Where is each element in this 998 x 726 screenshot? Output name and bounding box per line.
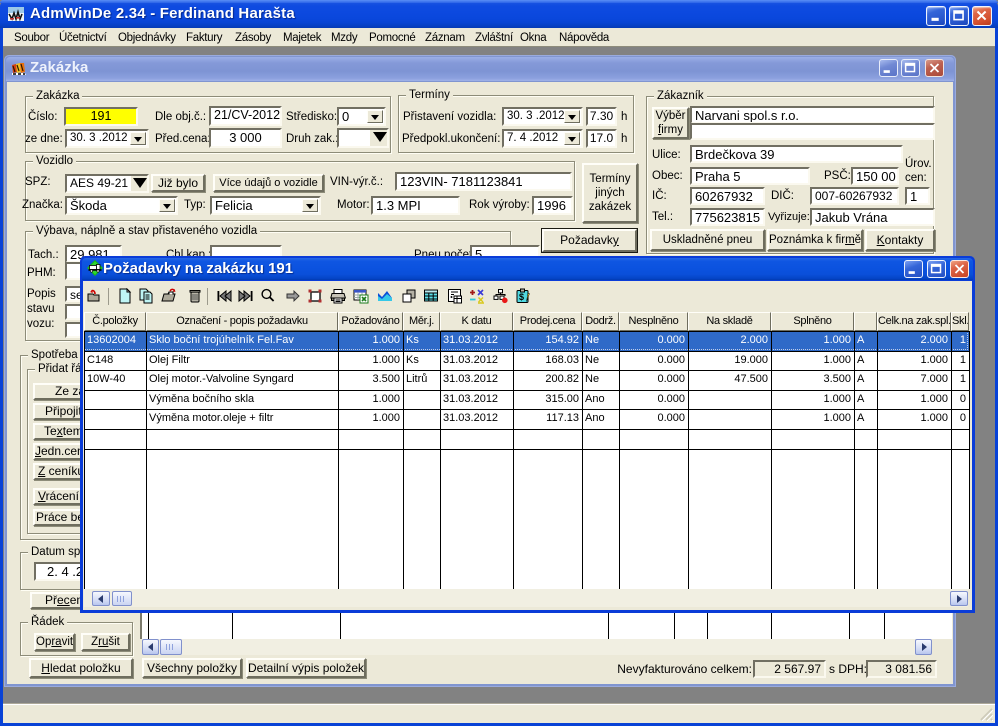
svg-text:$: $	[519, 292, 524, 302]
